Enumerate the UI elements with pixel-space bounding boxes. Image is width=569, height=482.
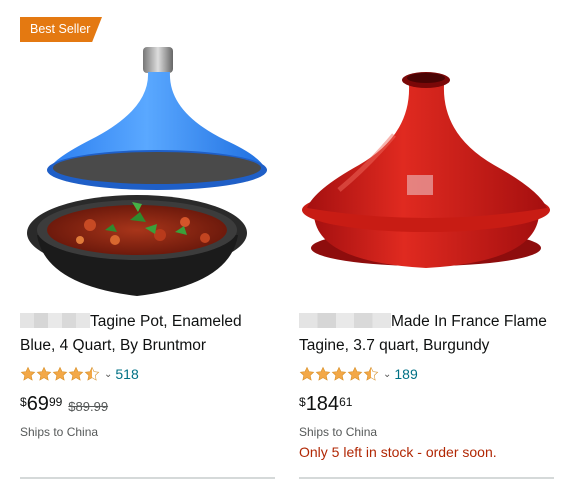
best-seller-badge: Best Seller xyxy=(20,17,102,42)
star-full-icon xyxy=(299,366,315,381)
divider xyxy=(20,477,275,479)
blue-tagine-icon xyxy=(27,47,267,296)
rating-row[interactable]: ⌄ 189 xyxy=(299,364,418,384)
star-full-icon xyxy=(347,366,363,381)
star-full-icon xyxy=(68,366,84,381)
star-half-icon xyxy=(363,366,379,381)
redacted-text xyxy=(20,313,90,328)
star-full-icon xyxy=(20,366,36,381)
review-count-link[interactable]: 518 xyxy=(115,366,138,382)
shipping-info: Ships to China xyxy=(20,425,99,439)
star-full-icon xyxy=(331,366,347,381)
rating-row[interactable]: ⌄ 518 xyxy=(20,364,139,384)
star-full-icon xyxy=(315,366,331,381)
product-image[interactable] xyxy=(20,40,275,305)
star-half-icon xyxy=(84,366,100,381)
review-count-link[interactable]: 189 xyxy=(394,366,417,382)
price-fraction: 61 xyxy=(339,395,353,409)
star-rating[interactable] xyxy=(20,366,100,382)
shipping-info: Ships to China xyxy=(299,425,378,439)
redacted-text xyxy=(299,313,391,328)
product-title[interactable]: Tagine Pot, Enameled Blue, 4 Quart, By B… xyxy=(20,310,275,358)
chevron-down-icon[interactable]: ⌄ xyxy=(104,369,112,380)
divider xyxy=(299,477,554,479)
product-title[interactable]: Made In France Flame Tagine, 3.7 quart, … xyxy=(299,310,554,358)
price-currency: $ xyxy=(299,395,306,409)
star-rating[interactable] xyxy=(299,366,379,382)
price-whole: 184 xyxy=(305,393,340,415)
price-currency: $ xyxy=(20,395,27,409)
price-fraction: 99 xyxy=(48,395,63,409)
star-full-icon xyxy=(36,366,52,381)
chevron-down-icon[interactable]: ⌄ xyxy=(383,369,391,380)
price-whole: 69 xyxy=(26,393,49,415)
star-full-icon xyxy=(52,366,68,381)
list-price: $89.99 xyxy=(68,399,109,414)
stock-warning: Only 5 left in stock - order soon. xyxy=(299,444,497,460)
price[interactable]: $ 184 61 xyxy=(299,392,352,416)
product-image[interactable] xyxy=(299,40,554,305)
price[interactable]: $ 69 99 $89.99 xyxy=(20,392,108,416)
red-tagine-icon xyxy=(302,72,550,268)
